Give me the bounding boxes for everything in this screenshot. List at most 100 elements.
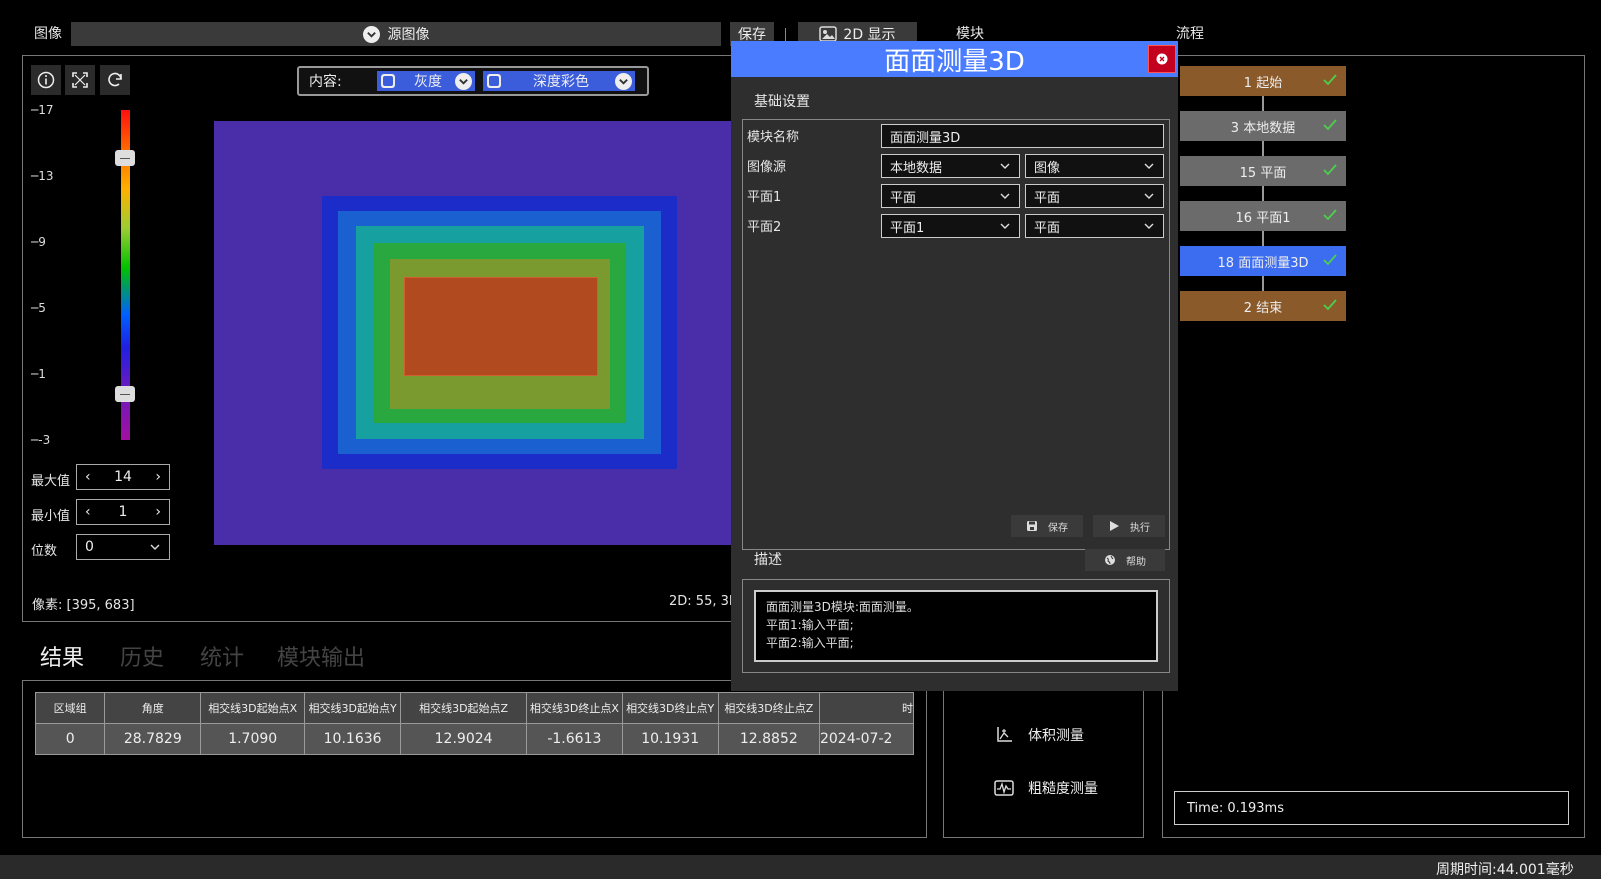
toolbar-separator bbox=[785, 28, 786, 42]
table-header[interactable]: 相交线3D终止点Z bbox=[717, 692, 820, 724]
check-icon bbox=[1323, 299, 1337, 311]
image-source-label: 源图像 bbox=[387, 27, 430, 43]
digits-label: 位数 bbox=[31, 544, 58, 559]
flow-node-end[interactable]: 2 结束 bbox=[1180, 291, 1346, 321]
flow-time-box: Time: 0.193ms bbox=[1174, 791, 1569, 825]
tab-statistics[interactable]: 统计 bbox=[200, 640, 244, 672]
table-header[interactable]: 相交线3D起始点Z bbox=[400, 692, 528, 724]
module-name-input[interactable]: 面面测量3D bbox=[881, 124, 1164, 148]
depth-readout: 2D: 55, 3D bbox=[669, 594, 739, 609]
checkbox-icon bbox=[487, 74, 501, 88]
tab-results[interactable]: 结果 bbox=[40, 640, 84, 672]
globe-icon bbox=[1105, 555, 1115, 565]
plane1-select-a[interactable]: 平面 bbox=[881, 184, 1020, 208]
plane2-select-a[interactable]: 平面1 bbox=[881, 214, 1020, 238]
digits-select[interactable]: 0 bbox=[76, 534, 170, 560]
check-icon bbox=[1323, 209, 1337, 221]
dialog-run-button[interactable]: 执行 bbox=[1093, 515, 1165, 537]
chevron-down-icon bbox=[1000, 223, 1010, 229]
flow-node-plane[interactable]: 15 平面 bbox=[1180, 156, 1346, 186]
close-icon bbox=[1156, 53, 1168, 65]
cycle-time: 周期时间:44.001毫秒 bbox=[1436, 862, 1574, 878]
flow-panel-title: 流程 bbox=[1176, 26, 1204, 42]
table-header[interactable]: 区域组 bbox=[35, 692, 106, 724]
image-source-select-a[interactable]: 本地数据 bbox=[881, 154, 1020, 178]
grayscale-toggle[interactable]: 灰度 bbox=[377, 71, 475, 91]
scale-tick: ─-3 bbox=[31, 433, 51, 447]
roughness-icon bbox=[994, 780, 1014, 796]
module-item-volume[interactable]: 体积测量 bbox=[994, 725, 1084, 745]
flow-node-start[interactable]: 1 起始 bbox=[1180, 66, 1346, 96]
field-label: 图像源 bbox=[747, 160, 787, 175]
basic-settings-title: 基础设置 bbox=[754, 94, 810, 110]
plane1-select-b[interactable]: 平面 bbox=[1025, 184, 1164, 208]
plane2-select-b[interactable]: 平面 bbox=[1025, 214, 1164, 238]
flow-node-local-data[interactable]: 3 本地数据 bbox=[1180, 111, 1346, 141]
fit-screen-button[interactable] bbox=[65, 65, 95, 95]
expand-icon bbox=[72, 72, 88, 88]
chevron-down-icon bbox=[1144, 223, 1154, 229]
max-range-handle[interactable] bbox=[115, 150, 135, 166]
chevron-right-icon[interactable]: › bbox=[155, 469, 161, 485]
image-source-select-b[interactable]: 图像 bbox=[1025, 154, 1164, 178]
check-icon bbox=[1323, 254, 1337, 266]
max-value-label: 最大值 bbox=[31, 474, 71, 489]
dialog-title: 面面测量3D bbox=[731, 41, 1178, 77]
chevron-down-icon bbox=[1000, 163, 1010, 169]
module-item-roughness[interactable]: 粗糙度测量 bbox=[994, 778, 1098, 798]
min-value-label: 最小值 bbox=[31, 509, 71, 524]
table-header-row: 区域组 角度 相交线3D起始点X 相交线3D起始点Y 相交线3D起始点Z 相交线… bbox=[35, 692, 914, 724]
dialog-close-button[interactable] bbox=[1148, 45, 1176, 73]
chevron-down-icon bbox=[150, 544, 160, 550]
refresh-button[interactable] bbox=[100, 65, 130, 95]
chevron-down-icon bbox=[615, 72, 632, 90]
image-icon bbox=[819, 26, 838, 42]
refresh-icon bbox=[108, 72, 122, 87]
status-bar bbox=[0, 855, 1601, 879]
chevron-left-icon[interactable]: ‹ bbox=[85, 504, 91, 520]
tab-module-output[interactable]: 模块输出 bbox=[277, 640, 365, 672]
chevron-down-icon bbox=[362, 25, 380, 43]
chevron-down-icon bbox=[455, 72, 472, 90]
table-header[interactable]: 时 bbox=[818, 692, 914, 724]
min-value-stepper[interactable]: ‹ 1 › bbox=[76, 499, 170, 525]
check-icon bbox=[1323, 119, 1337, 131]
info-button[interactable] bbox=[31, 65, 61, 95]
table-row[interactable]: 0 28.7829 1.7090 10.1636 12.9024 -1.6613… bbox=[35, 723, 914, 755]
table-header[interactable]: 相交线3D终止点Y bbox=[621, 692, 719, 724]
description-box: 面面测量3D模块:面面测量。 平面1:输入平面; 平面2:输入平面; bbox=[754, 590, 1158, 662]
results-table: 区域组 角度 相交线3D起始点X 相交线3D起始点Y 相交线3D起始点Z 相交线… bbox=[35, 692, 914, 755]
table-header[interactable]: 相交线3D起始点X bbox=[200, 692, 306, 724]
checkbox-icon bbox=[381, 74, 395, 88]
tab-history[interactable]: 历史 bbox=[120, 640, 164, 672]
volume-measure-icon bbox=[997, 727, 1012, 742]
scale-tick: ─9 bbox=[31, 235, 46, 249]
table-header[interactable]: 相交线3D终止点X bbox=[526, 692, 623, 724]
image-panel-title: 图像 bbox=[34, 26, 62, 42]
flow-node-plane-measure[interactable]: 18 面面测量3D bbox=[1180, 246, 1346, 276]
min-range-handle[interactable] bbox=[115, 386, 135, 402]
chevron-left-icon[interactable]: ‹ bbox=[85, 469, 91, 485]
chevron-down-icon bbox=[1144, 163, 1154, 169]
check-icon bbox=[1323, 74, 1337, 86]
description-title: 描述 bbox=[754, 552, 782, 568]
chevron-down-icon bbox=[1000, 193, 1010, 199]
dialog-save-button[interactable]: 保存 bbox=[1011, 515, 1083, 537]
depth-image[interactable] bbox=[214, 121, 734, 545]
field-label: 平面2 bbox=[747, 220, 782, 235]
save-icon bbox=[1027, 521, 1037, 531]
flow-node-plane1[interactable]: 16 平面1 bbox=[1180, 201, 1346, 231]
table-header[interactable]: 相交线3D起始点Y bbox=[304, 692, 402, 724]
max-value-stepper[interactable]: ‹ 14 › bbox=[76, 464, 170, 490]
play-icon bbox=[1110, 521, 1119, 531]
table-header[interactable]: 角度 bbox=[104, 692, 202, 724]
image-source-select[interactable]: 源图像 bbox=[71, 22, 721, 46]
info-icon bbox=[37, 71, 55, 89]
scale-tick: ─5 bbox=[31, 301, 46, 315]
description-line: 平面1:输入平面; bbox=[766, 618, 854, 632]
chevron-right-icon[interactable]: › bbox=[155, 504, 161, 520]
scale-tick: ─13 bbox=[31, 169, 54, 183]
help-button[interactable]: 帮助 bbox=[1085, 549, 1165, 571]
depth-color-toggle[interactable]: 深度彩色 bbox=[483, 71, 635, 91]
field-label: 平面1 bbox=[747, 190, 782, 205]
